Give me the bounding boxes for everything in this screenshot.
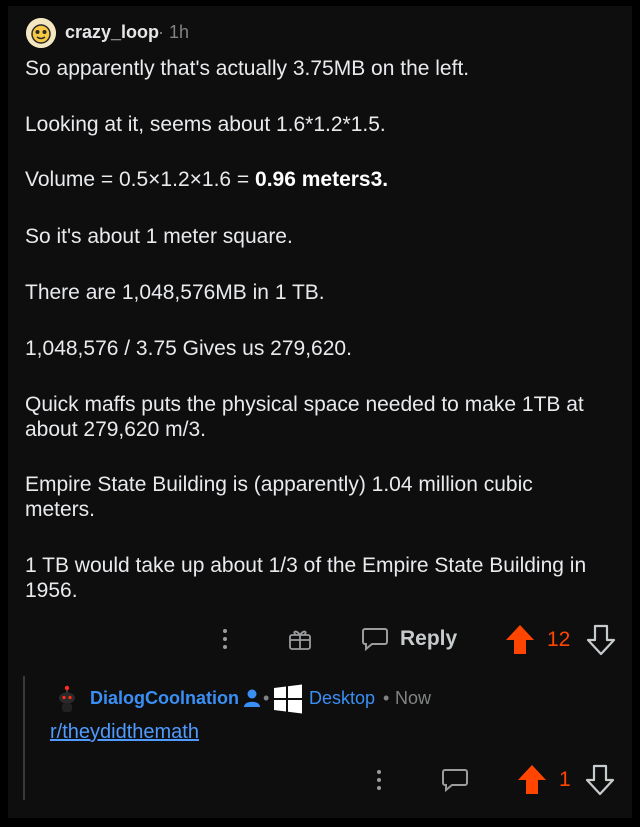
vote-count: 12 [547,628,571,651]
platform-label: Desktop [309,688,376,708]
reply-vote-count: 1 [559,768,571,791]
reply-bubble-icon [362,628,388,652]
comment-paragraph: So it's about 1 meter square. [25,225,293,248]
windows-icon [274,684,302,714]
volume-result: 0.96 meters3. [255,168,389,191]
user-avatar[interactable] [26,18,56,48]
reply-label: Reply [400,627,458,650]
avatar-face-icon [26,18,56,48]
separator-dot: • [383,688,390,708]
comment-paragraph: There are 1,048,576MB in 1 TB. [25,281,325,304]
subreddit-link[interactable]: r/theydidthemath [50,721,199,744]
mod-user-icon [244,689,260,707]
more-options-icon[interactable] [374,768,384,792]
comment-meta: · 1h [158,22,190,42]
reply-time: Now [395,688,432,708]
comment-paragraph: Empire State Building is (apparently) 1.… [25,473,533,521]
snoo-avatar-icon[interactable] [54,684,80,714]
comment-username[interactable]: crazy_loop [65,22,159,43]
comment-paragraph: Quick maffs puts the physical space need… [25,393,584,441]
comment-paragraph: 1,048,576 / 3.75 Gives us 279,620. [25,337,352,360]
comment-time: 1h [169,22,190,42]
downvote-arrow-icon[interactable] [585,764,615,796]
award-icon[interactable] [287,626,313,652]
comment-paragraph: Looking at it, seems about 1.6*1.2*1.5. [25,113,386,136]
downvote-arrow-icon[interactable] [586,624,616,656]
comment-paragraph: Volume = 0.5×1.2×1.6 = 0.96 meters3. [25,167,625,192]
reply-username[interactable]: DialogCoolnation [90,688,239,709]
upvote-arrow-icon[interactable] [517,764,547,796]
more-options-icon[interactable] [220,627,230,651]
upvote-arrow-icon[interactable] [505,624,535,656]
separator-dot: • [263,688,270,708]
comment-paragraph: 1 TB would take up about 1/3 of the Empi… [25,554,587,602]
comment-paragraph: So apparently that's actually 3.75MB on … [25,57,470,80]
thread-line[interactable] [23,676,25,800]
volume-text: Volume = 0.5×1.2×1.6 = [25,168,256,191]
reply-bubble-icon[interactable] [441,767,469,793]
